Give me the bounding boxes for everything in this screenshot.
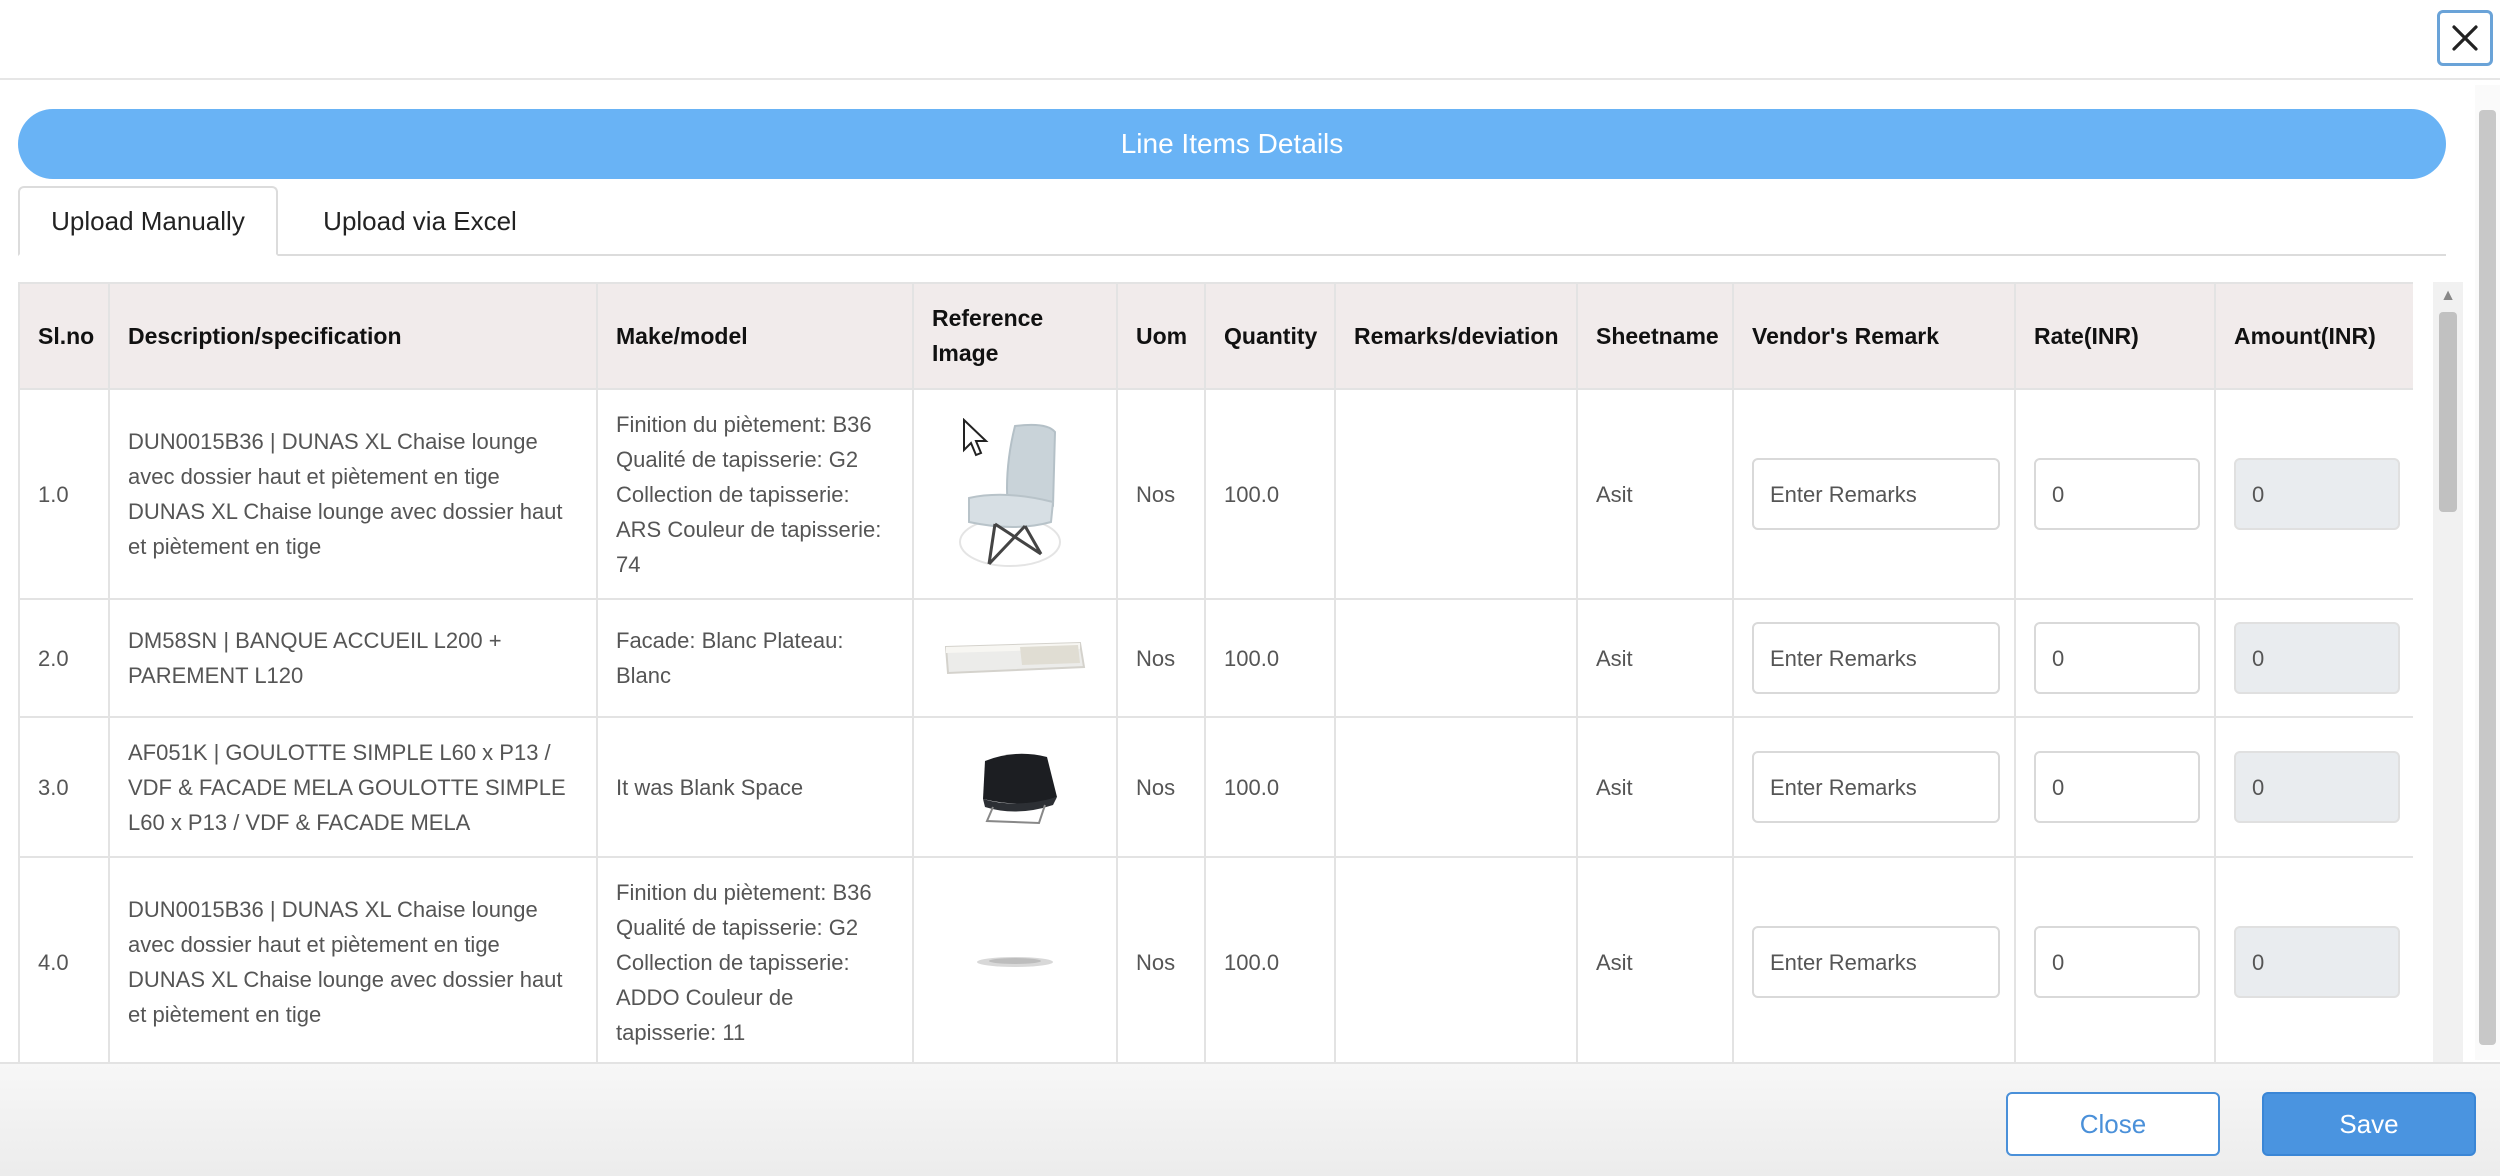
cell-make-model: Finition du piètement: B36 Qualité de ta… [596, 856, 914, 1062]
dialog-scrollbar-thumb[interactable] [2479, 110, 2496, 1045]
cell-sheetname: Asit [1576, 388, 1734, 600]
close-button[interactable]: Close [2006, 1092, 2220, 1156]
header-reference-image: Reference Image [912, 282, 1118, 390]
header-reference-image-line2: Image [932, 340, 999, 366]
cell-slno: 4.0 [18, 856, 110, 1062]
vendor-remark-input[interactable]: Enter Remarks [1752, 458, 2000, 530]
cell-uom: Nos [1116, 716, 1206, 858]
cell-rate: 0 [2014, 388, 2216, 600]
lounge-chair-image[interactable] [932, 390, 1098, 598]
cell-description: DM58SN | BANQUE ACCUEIL L200 + PAREMENT … [108, 598, 598, 718]
mouse-cursor-icon [963, 418, 989, 457]
header-uom: Uom [1116, 282, 1206, 390]
cell-description: DUN0015B36 | DUNAS XL Chaise lounge avec… [108, 856, 598, 1062]
cell-reference-image [912, 388, 1118, 600]
table-row: 3.0 AF051K | GOULOTTE SIMPLE L60 x P13 /… [18, 716, 2413, 858]
rate-input[interactable]: 0 [2034, 622, 2200, 694]
amount-field: 0 [2234, 926, 2400, 998]
cell-quantity: 100.0 [1204, 598, 1336, 718]
header-quantity: Quantity [1204, 282, 1336, 390]
cell-quantity: 100.0 [1204, 388, 1336, 600]
header-rate: Rate(INR) [2014, 282, 2216, 390]
cell-slno: 2.0 [18, 598, 110, 718]
header-make-model: Make/model [596, 282, 914, 390]
cell-make-model: It was Blank Space [596, 716, 914, 858]
rate-input[interactable]: 0 [2034, 751, 2200, 823]
cell-description: DUN0015B36 | DUNAS XL Chaise lounge avec… [108, 388, 598, 600]
cell-quantity: 100.0 [1204, 716, 1336, 858]
line-items-table-container: Sl.no Description/specification Make/mod… [18, 282, 2413, 1062]
cell-vendor-remark: Enter Remarks [1732, 388, 2016, 600]
upload-tabs: Upload Manually Upload via Excel [18, 186, 2446, 256]
banner-title: Line Items Details [1120, 128, 1344, 159]
tab-upload-manually[interactable]: Upload Manually [18, 186, 278, 256]
cell-amount: 0 [2214, 856, 2413, 1062]
reception-desk-image[interactable] [932, 600, 1098, 716]
cell-sheetname: Asit [1576, 716, 1734, 858]
cell-sheetname: Asit [1576, 598, 1734, 718]
cell-make-model: Finition du piètement: B36 Qualité de ta… [596, 388, 914, 600]
dialog-header [0, 0, 2500, 80]
vendor-remark-input[interactable]: Enter Remarks [1752, 926, 2000, 998]
header-remarks-deviation: Remarks/deviation [1334, 282, 1578, 390]
header-reference-image-line1: Reference [932, 305, 1044, 331]
cell-reference-image [912, 856, 1118, 1062]
table-row: 1.0 DUN0015B36 | DUNAS XL Chaise lounge … [18, 388, 2413, 600]
cell-description: AF051K | GOULOTTE SIMPLE L60 x P13 / VDF… [108, 716, 598, 858]
header-sheetname: Sheetname [1576, 282, 1734, 390]
amount-field: 0 [2234, 622, 2400, 694]
cell-amount: 0 [2214, 598, 2413, 718]
cell-rate: 0 [2014, 856, 2216, 1062]
table-header-row: Sl.no Description/specification Make/mod… [18, 282, 2413, 390]
cell-remarks-deviation [1334, 388, 1578, 600]
cell-remarks-deviation [1334, 716, 1578, 858]
table-row: 4.0 DUN0015B36 | DUNAS XL Chaise lounge … [18, 856, 2413, 1062]
cell-reference-image [912, 716, 1118, 858]
cell-rate: 0 [2014, 598, 2216, 718]
black-chair-image[interactable] [932, 718, 1098, 856]
table-scrollbar-thumb[interactable] [2439, 312, 2457, 512]
dialog-scrollbar[interactable] [2475, 85, 2500, 1060]
vendor-remark-input[interactable]: Enter Remarks [1752, 622, 2000, 694]
table-scrollbar[interactable]: ▲ [2433, 282, 2463, 1062]
cell-vendor-remark: Enter Remarks [1732, 856, 2016, 1062]
line-items-banner: Line Items Details [18, 109, 2446, 179]
rate-input[interactable]: 0 [2034, 926, 2200, 998]
cell-reference-image [912, 598, 1118, 718]
line-items-table: Sl.no Description/specification Make/mod… [18, 282, 2413, 1062]
scroll-up-icon[interactable]: ▲ [2433, 284, 2463, 308]
cell-amount: 0 [2214, 716, 2413, 858]
cell-sheetname: Asit [1576, 856, 1734, 1062]
cell-slno: 3.0 [18, 716, 110, 858]
tab-upload-via-excel[interactable]: Upload via Excel [280, 186, 560, 256]
close-icon[interactable] [2437, 10, 2493, 66]
table-row: 2.0 DM58SN | BANQUE ACCUEIL L200 + PAREM… [18, 598, 2413, 718]
amount-field: 0 [2234, 751, 2400, 823]
cell-slno: 1.0 [18, 388, 110, 600]
vendor-remark-input[interactable]: Enter Remarks [1752, 751, 2000, 823]
amount-field: 0 [2234, 458, 2400, 530]
cell-uom: Nos [1116, 856, 1206, 1062]
dialog-footer: Close Save [0, 1062, 2500, 1176]
fabric-swatch-image[interactable] [932, 858, 1098, 1062]
cell-amount: 0 [2214, 388, 2413, 600]
cell-uom: Nos [1116, 388, 1206, 600]
header-amount: Amount(INR) [2214, 282, 2413, 390]
header-slno: Sl.no [18, 282, 110, 390]
cell-vendor-remark: Enter Remarks [1732, 716, 2016, 858]
header-description: Description/specification [108, 282, 598, 390]
cell-quantity: 100.0 [1204, 856, 1336, 1062]
cell-make-model: Facade: Blanc Plateau: Blanc [596, 598, 914, 718]
cell-remarks-deviation [1334, 598, 1578, 718]
cell-remarks-deviation [1334, 856, 1578, 1062]
cell-uom: Nos [1116, 598, 1206, 718]
cell-vendor-remark: Enter Remarks [1732, 598, 2016, 718]
cell-rate: 0 [2014, 716, 2216, 858]
rate-input[interactable]: 0 [2034, 458, 2200, 530]
save-button[interactable]: Save [2262, 1092, 2476, 1156]
header-vendor-remark: Vendor's Remark [1732, 282, 2016, 390]
